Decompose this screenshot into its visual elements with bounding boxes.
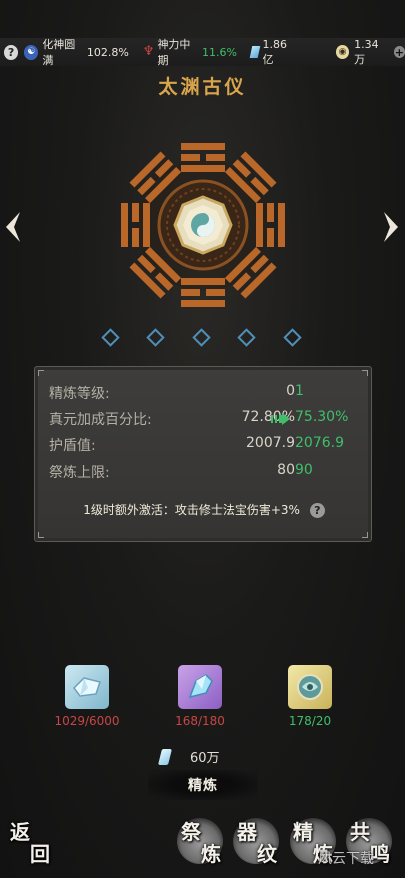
ice-crystal-icon [188,674,213,699]
power-progress: 11.6% [201,45,237,59]
refine-cost: 60万 [158,747,220,766]
realm-progress: 102.8% [86,45,129,59]
material-slot-1[interactable]: 1029/6000 [47,665,127,728]
jade-orb-icon [297,674,323,700]
stat-row-true-essence-bonus: 真元加成百分比: 72.80% 75.30% [49,409,359,431]
refine-stats-panel: 精炼等级: 0 1 真元加成百分比: 72.80% 75.30% 护盾值: 20… [34,366,372,542]
refine-cost-amount: 60万 [190,751,220,766]
carousel-dot-4[interactable] [237,328,256,347]
coin-amount: 1.34万 [354,37,379,66]
power-icon: ♆ [142,44,155,59]
panel-corner [38,370,44,376]
stat-row-shield: 护盾值: 2007.9 2076.9 [49,435,359,457]
panel-corner [362,532,368,538]
realm-label: 化神圆满 [42,38,76,67]
resource-bar: ? ☯ 化神圆满 102.8% ♆ 神力中期 11.6% 1.86亿 ◉ 1.3… [0,37,405,67]
watermark: 风云下载 [318,851,374,867]
extra-activation-text: 1级时额外激活：攻击修士法宝伤害+3% [83,503,300,517]
stat-current-value: 0 [286,383,295,399]
stat-label: 精炼等级: [49,386,110,402]
power-label: 神力中期 [157,38,191,67]
material-slot-2[interactable]: 168/180 [160,665,240,728]
stat-row-sacrifice-limit: 祭炼上限: 80 90 [49,462,359,484]
gem-icon [249,46,260,58]
realm-icon: ☯ [24,44,39,60]
stat-next-value: 90 [295,462,313,478]
stat-label: 护盾值: [49,438,96,454]
stat-row-refine-level: 精炼等级: 0 1 [49,383,359,405]
add-coin-button[interactable]: + [393,46,405,59]
stat-next-value: 2076.9 [295,435,344,451]
material-icon [65,665,109,709]
stat-next-value: 1 [295,383,304,399]
tab-qiwen-label-bottom: 纹 [257,842,277,866]
next-arrow-icon[interactable] [382,210,400,244]
material-count: 1029/6000 [54,714,120,728]
carousel-dot-2[interactable] [146,328,165,347]
tab-qiwen-label-top: 器 [237,820,257,844]
stat-label: 真元加成百分比: [49,412,152,428]
page-title: 太渊古仪 [158,76,247,98]
upgrade-arrow-icon [271,413,290,425]
stat-current-value: 80 [277,462,295,478]
material-count: 178/20 [288,714,332,728]
stat-label: 祭炼上限: [49,465,110,481]
help-icon[interactable]: ? [4,44,19,60]
panel-corner [38,532,44,538]
help-icon[interactable]: ? [309,503,325,518]
carousel-dot-1[interactable] [101,328,120,347]
back-label-top: 返 [10,820,30,844]
stat-current-value: 2007.9 [246,435,295,451]
previous-arrow-icon[interactable] [4,210,22,244]
stat-next-value: 75.30% [295,409,349,425]
material-count: 168/180 [175,714,225,728]
panel-corner [362,370,368,376]
material-icon [288,665,332,709]
gem-amount: 1.86亿 [262,37,287,66]
tab-gongming-label-top: 共 [350,820,370,844]
tab-jilian-label-top: 祭 [181,820,201,844]
carousel-dot-3[interactable] [192,328,211,347]
tab-jinglian-label-top: 精 [293,820,313,844]
carousel-dot-5[interactable] [283,328,302,347]
extra-activation: 1级时额外激活：攻击修士法宝伤害+3% ? [35,501,373,518]
refine-button[interactable]: 精炼 [148,770,258,800]
back-label-bottom: 回 [30,842,50,866]
spirit-stone-icon [158,748,172,765]
material-slot-3[interactable]: 178/20 [270,665,350,728]
artifact-bagua-image [121,143,285,307]
material-icon [178,665,222,709]
crystal-shard-icon [73,677,101,697]
tab-jilian-label-bottom: 炼 [201,842,221,866]
coin-icon: ◉ [335,45,350,59]
